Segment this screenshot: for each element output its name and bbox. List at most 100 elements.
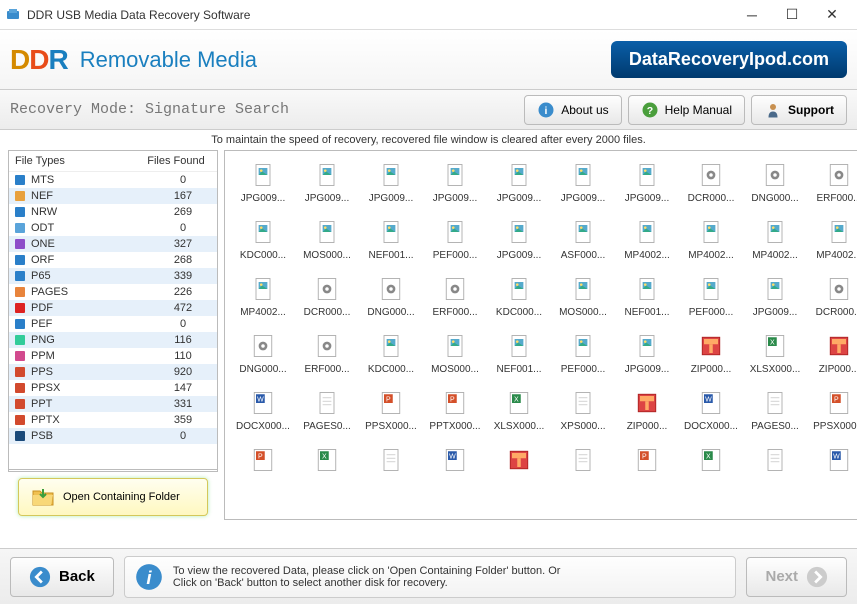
file-item[interactable]: JPG009...	[233, 159, 293, 204]
file-type-row[interactable]: P65 339	[9, 268, 217, 284]
file-item[interactable]: MP4002...	[233, 273, 293, 318]
file-name: MOS000...	[425, 364, 485, 375]
file-type-row[interactable]: ONE 327	[9, 236, 217, 252]
file-item[interactable]: MP4002...	[809, 216, 857, 261]
file-type-row[interactable]: ORF 268	[9, 252, 217, 268]
file-thumb	[567, 159, 599, 191]
file-item[interactable]: MP4002...	[745, 216, 805, 261]
file-item[interactable]	[361, 444, 421, 478]
file-item[interactable]: JPG009...	[425, 159, 485, 204]
logo-ddr: DDR	[10, 44, 68, 76]
file-item[interactable]: P	[233, 444, 293, 478]
file-item[interactable]: DNG000...	[361, 273, 421, 318]
file-item[interactable]: XXLSX000...	[745, 330, 805, 375]
file-item[interactable]: NEF001...	[361, 216, 421, 261]
file-item[interactable]	[489, 444, 549, 478]
file-item[interactable]: XXLSX000...	[489, 387, 549, 432]
file-item[interactable]: W	[425, 444, 485, 478]
file-type-row[interactable]: PNG 116	[9, 332, 217, 348]
file-item[interactable]: PPPSX000...	[361, 387, 421, 432]
file-item[interactable]	[745, 444, 805, 478]
file-item[interactable]: P	[617, 444, 677, 478]
file-item[interactable]: NEF001...	[489, 330, 549, 375]
file-item[interactable]: JPG009...	[361, 159, 421, 204]
file-item[interactable]: W	[809, 444, 857, 478]
file-item[interactable]: WDOCX000...	[233, 387, 293, 432]
file-item[interactable]: JPG009...	[489, 216, 549, 261]
file-item[interactable]: WDOCX000...	[681, 387, 741, 432]
support-button[interactable]: Support	[751, 95, 847, 125]
file-item[interactable]: KDC000...	[233, 216, 293, 261]
file-item[interactable]: PAGES0...	[297, 387, 357, 432]
back-button[interactable]: Back	[10, 557, 114, 597]
next-button[interactable]: Next	[746, 557, 847, 597]
file-item[interactable]: PAGES0...	[745, 387, 805, 432]
svg-text:P: P	[450, 396, 455, 403]
file-item[interactable]: JPG009...	[489, 159, 549, 204]
file-item[interactable]: X	[297, 444, 357, 478]
file-item[interactable]: MP4002...	[681, 216, 741, 261]
file-item[interactable]: DNG000...	[745, 159, 805, 204]
file-thumb	[439, 216, 471, 248]
file-item[interactable]: PPPTX000...	[425, 387, 485, 432]
file-type-row[interactable]: PPS 920	[9, 364, 217, 380]
file-thumb	[375, 216, 407, 248]
file-item[interactable]: PEF000...	[681, 273, 741, 318]
file-item[interactable]: JPG009...	[617, 330, 677, 375]
file-item[interactable]: DNG000...	[233, 330, 293, 375]
file-item[interactable]: XPS000...	[553, 387, 613, 432]
file-item[interactable]	[553, 444, 613, 478]
file-type-row[interactable]: PDF 472	[9, 300, 217, 316]
file-item[interactable]: ERF000...	[809, 159, 857, 204]
file-type-row[interactable]: PPT 331	[9, 396, 217, 412]
file-item[interactable]: PEF000...	[425, 216, 485, 261]
file-type-row[interactable]: PEF 0	[9, 316, 217, 332]
file-item[interactable]: JPG009...	[553, 159, 613, 204]
file-item[interactable]: X	[681, 444, 741, 478]
file-type-row[interactable]: MTS 0	[9, 172, 217, 188]
file-item[interactable]: DCR000...	[297, 273, 357, 318]
file-type-row[interactable]: NEF 167	[9, 188, 217, 204]
file-item[interactable]: MOS000...	[425, 330, 485, 375]
file-thumb	[439, 330, 471, 362]
file-type-row[interactable]: PPSX 147	[9, 380, 217, 396]
file-grid[interactable]: JPG009...JPG009...JPG009...JPG009...JPG0…	[225, 151, 857, 519]
file-name: XLSX000...	[489, 421, 549, 432]
file-type-row[interactable]: PAGES 226	[9, 284, 217, 300]
file-item[interactable]: ZIP000...	[617, 387, 677, 432]
file-name: ZIP000...	[681, 364, 741, 375]
open-containing-folder-button[interactable]: Open Containing Folder	[18, 478, 208, 516]
file-type-icon	[13, 269, 27, 283]
close-button[interactable]: ✕	[812, 0, 852, 29]
file-item[interactable]: KDC000...	[489, 273, 549, 318]
file-type-row[interactable]: PPM 110	[9, 348, 217, 364]
file-item[interactable]: DCR000...	[809, 273, 857, 318]
file-item[interactable]: ZIP000...	[809, 330, 857, 375]
maximize-button[interactable]: ☐	[772, 0, 812, 29]
file-item[interactable]: MOS000...	[297, 216, 357, 261]
file-item[interactable]: ERF000...	[297, 330, 357, 375]
minimize-button[interactable]: ─	[732, 0, 772, 29]
file-type-name: P65	[31, 270, 153, 282]
file-item[interactable]: JPG009...	[617, 159, 677, 204]
file-type-row[interactable]: ODT 0	[9, 220, 217, 236]
file-item[interactable]: MP4002...	[617, 216, 677, 261]
file-item[interactable]: ERF000...	[425, 273, 485, 318]
folder-icon	[31, 485, 55, 509]
file-type-row[interactable]: NRW 269	[9, 204, 217, 220]
file-item[interactable]: MOS000...	[553, 273, 613, 318]
file-item[interactable]: JPG009...	[297, 159, 357, 204]
file-item[interactable]: PPPSX000...	[809, 387, 857, 432]
file-item[interactable]: KDC000...	[361, 330, 421, 375]
help-button[interactable]: ? Help Manual	[628, 95, 745, 125]
file-item[interactable]: ZIP000...	[681, 330, 741, 375]
file-type-row[interactable]: PSB 0	[9, 428, 217, 444]
file-item[interactable]: ASF000...	[553, 216, 613, 261]
file-item[interactable]: NEF001...	[617, 273, 677, 318]
file-item[interactable]: PEF000...	[553, 330, 613, 375]
file-type-row[interactable]: PPTX 359	[9, 412, 217, 428]
file-item[interactable]: DCR000...	[681, 159, 741, 204]
file-item[interactable]: JPG009...	[745, 273, 805, 318]
file-types-list[interactable]: MTS 0 NEF 167 NRW 269 ODT 0 ONE 327 ORF …	[9, 172, 217, 469]
about-button[interactable]: i About us	[524, 95, 621, 125]
